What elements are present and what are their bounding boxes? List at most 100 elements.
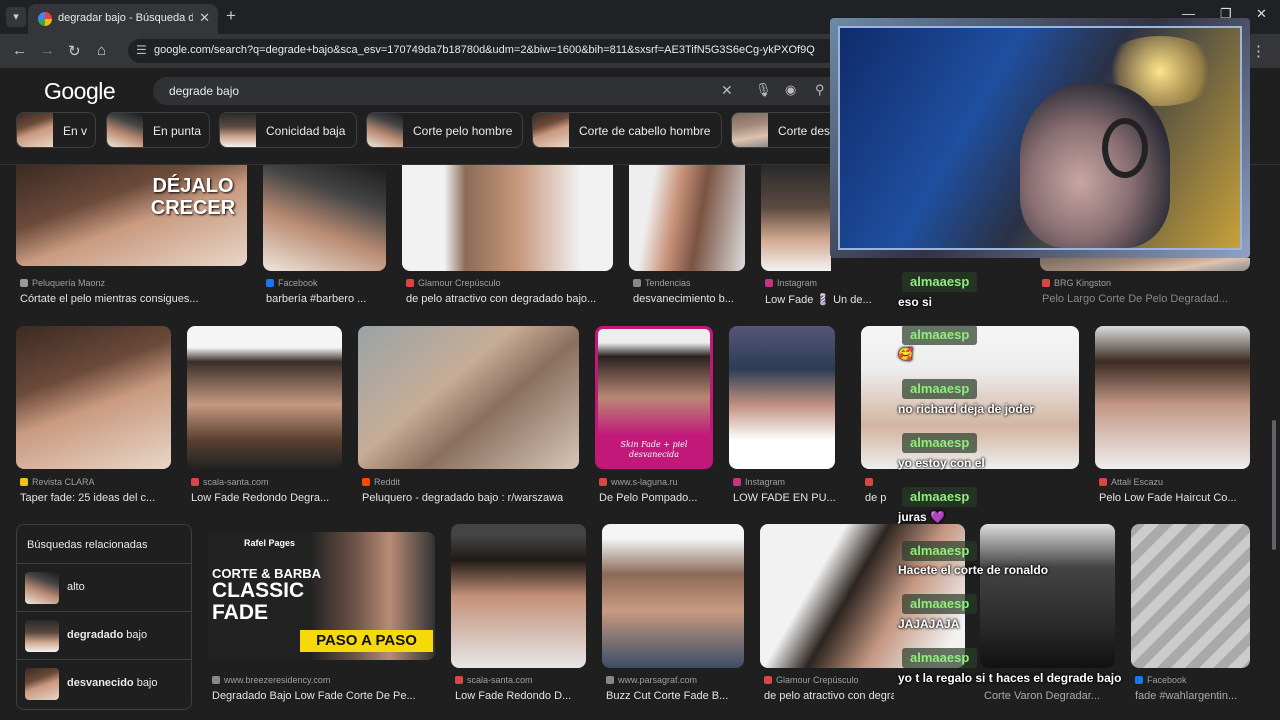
- tab-search-dropdown[interactable]: ▾: [6, 7, 26, 27]
- google-logo[interactable]: Google: [44, 78, 116, 105]
- reload-icon[interactable]: ↻: [68, 42, 81, 60]
- clear-search-icon[interactable]: ✕: [721, 82, 733, 99]
- chip-en-punta[interactable]: En punta: [106, 112, 210, 148]
- chat-message: yo estoy con el: [898, 456, 985, 470]
- chip-thumbnail: [17, 113, 53, 147]
- source-label: Facebook: [1147, 675, 1187, 685]
- result-source[interactable]: www.s-laguna.ru: [599, 477, 714, 487]
- result-caption[interactable]: De Pelo Pompado...: [599, 492, 714, 504]
- result-caption[interactable]: Low Fade 💈 Un de...: [765, 293, 880, 306]
- chip-label: Corte de cabello hombre: [579, 124, 711, 138]
- result-caption[interactable]: Corte Varon Degradar...: [984, 690, 1110, 702]
- result-source[interactable]: BRG Kingston: [1042, 278, 1242, 288]
- related-item-desvanecido-bajo[interactable]: desvanecido bajo: [17, 659, 191, 707]
- result-caption[interactable]: Low Fade Redondo Degra...: [191, 492, 341, 504]
- result-source[interactable]: Revista CLARA: [20, 477, 170, 487]
- result-image[interactable]: [729, 326, 835, 469]
- result-caption[interactable]: desvanecimiento b...: [633, 293, 745, 305]
- tab-title: degradar bajo - Búsqueda de G: [58, 12, 193, 24]
- result-caption[interactable]: barbería #barbero ...: [266, 293, 386, 305]
- result-source[interactable]: Glamour Crepúsculo: [406, 278, 611, 288]
- result-image[interactable]: [187, 326, 342, 469]
- result-image[interactable]: [16, 326, 171, 469]
- tab-close-icon[interactable]: ✕: [199, 10, 210, 26]
- result-caption[interactable]: Córtate el pelo mientras consigues...: [20, 293, 245, 305]
- related-item-degradado-bajo[interactable]: degradado bajo: [17, 611, 191, 659]
- back-icon[interactable]: ←: [12, 42, 27, 59]
- result-caption[interactable]: Peluquero - degradado bajo : r/warszawa: [362, 492, 580, 504]
- browser-tab-active[interactable]: degradar bajo - Búsqueda de G ✕: [28, 4, 218, 34]
- result-source[interactable]: Facebook: [266, 278, 386, 288]
- result-caption[interactable]: Degradado Bajo Low Fade Corte De Pe...: [212, 690, 434, 702]
- chip-corte-pelo-hombre[interactable]: Corte pelo hombre: [366, 112, 523, 148]
- chat-message: eso si: [898, 295, 933, 309]
- result-source[interactable]: scala-santa.com: [191, 477, 341, 487]
- brand-text: Rafel Pages: [244, 538, 296, 548]
- home-icon[interactable]: ⌂: [97, 42, 106, 59]
- close-window-icon[interactable]: ✕: [1256, 6, 1267, 22]
- chat-username: almaaesp: [902, 541, 978, 561]
- result-image[interactable]: DÉJALO CRECER: [16, 165, 247, 266]
- result-source[interactable]: Facebook: [1135, 675, 1245, 685]
- chip-en-v[interactable]: En v: [16, 112, 96, 148]
- result-image[interactable]: [1131, 524, 1250, 668]
- result-image[interactable]: Rafel Pages CORTE & BARBA CLASSIC FADE P…: [208, 532, 435, 660]
- result-image[interactable]: [629, 165, 745, 271]
- chip-corte-des[interactable]: Corte des: [731, 112, 841, 148]
- new-tab-button[interactable]: +: [226, 6, 236, 26]
- result-image[interactable]: [1095, 326, 1250, 469]
- result-image[interactable]: [358, 326, 579, 469]
- chip-conicidad-baja[interactable]: Conicidad baja: [219, 112, 357, 148]
- result-caption[interactable]: fade #wahlargentin...: [1135, 690, 1250, 702]
- lens-icon[interactable]: ◉: [785, 82, 796, 98]
- result-source[interactable]: scala-santa.com: [455, 675, 585, 685]
- search-input[interactable]: degrade bajo: [169, 84, 239, 98]
- result-caption[interactable]: Buzz Cut Corte Fade B...: [606, 690, 744, 702]
- result-caption[interactable]: Pelo Low Fade Haircut Co...: [1099, 492, 1249, 504]
- result-source[interactable]: www.breezeresidency.com: [212, 675, 434, 685]
- result-caption[interactable]: de pelo atractivo con degradado bajo...: [764, 690, 894, 702]
- result-image[interactable]: Skin Fade + piel desvanecida: [595, 326, 713, 469]
- result-caption[interactable]: de p: [865, 492, 895, 504]
- facebook-icon: [1135, 676, 1143, 684]
- site-favicon-icon: [20, 478, 28, 486]
- microphone-icon[interactable]: 🎙: [755, 82, 772, 98]
- chat-message: juras 💜: [898, 510, 945, 524]
- result-image[interactable]: [263, 165, 386, 271]
- chip-corte-de-cabello-hombre[interactable]: Corte de cabello hombre: [532, 112, 722, 148]
- result-source[interactable]: Glamour Crepúsculo: [764, 675, 874, 685]
- result-source[interactable]: Instagram: [765, 278, 875, 288]
- related-searches-panel: Búsquedas relacionadas alto degradado ba…: [16, 524, 192, 710]
- related-item-alto[interactable]: alto: [17, 563, 191, 611]
- result-image[interactable]: [451, 524, 586, 668]
- result-caption[interactable]: de pelo atractivo con degradado bajo...: [406, 293, 611, 305]
- result-source[interactable]: Peluquería Maonz: [20, 278, 245, 288]
- scrollbar-thumb[interactable]: [1272, 420, 1276, 550]
- result-image[interactable]: [1040, 258, 1250, 271]
- result-image[interactable]: [402, 165, 613, 271]
- result-source[interactable]: Attali Escazu: [1099, 477, 1249, 487]
- related-searches-title: Búsquedas relacionadas: [27, 539, 148, 551]
- browser-menu-icon[interactable]: ⋮: [1251, 42, 1266, 60]
- forward-icon[interactable]: →: [40, 42, 55, 59]
- url-field[interactable]: ☰ google.com/search?q=degrade+bajo&sca_e…: [128, 39, 840, 63]
- search-icon[interactable]: ⚲: [815, 82, 825, 98]
- result-source[interactable]: Tendencias: [633, 278, 745, 288]
- result-caption[interactable]: LOW FADE EN PU...: [733, 492, 838, 504]
- result-source[interactable]: Reddit: [362, 477, 577, 487]
- result-image[interactable]: [602, 524, 744, 668]
- search-box[interactable]: degrade bajo ✕ 🎙 ◉ ⚲: [153, 77, 843, 105]
- result-caption[interactable]: Taper fade: 25 ideas del c...: [20, 492, 170, 504]
- image-overlay-text: Skin Fade + piel desvanecida: [620, 440, 688, 459]
- result-source[interactable]: Instagram: [733, 477, 838, 487]
- site-favicon-icon: [191, 478, 199, 486]
- result-caption[interactable]: Pelo Largo Corte De Pelo Degradad...: [1042, 293, 1252, 305]
- chat-username: almaaesp: [902, 648, 978, 668]
- result-source[interactable]: www.parsagraf.com: [606, 675, 744, 685]
- result-caption[interactable]: Low Fade Redondo D...: [455, 690, 585, 702]
- google-favicon-icon: [38, 12, 52, 26]
- result-source[interactable]: [865, 477, 905, 487]
- result-image[interactable]: [980, 524, 1115, 668]
- result-image[interactable]: [761, 165, 831, 271]
- site-info-icon[interactable]: ☰: [136, 43, 147, 57]
